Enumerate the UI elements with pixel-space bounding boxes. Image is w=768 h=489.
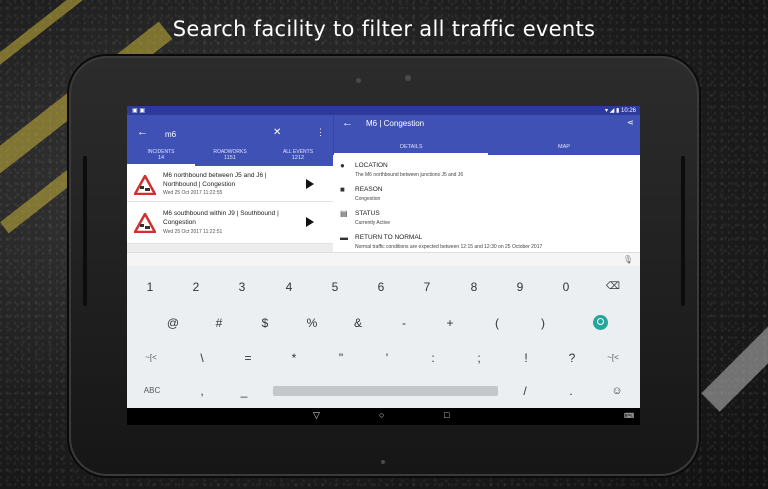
chat-bubble-icon: ■ bbox=[340, 185, 345, 194]
sensor bbox=[381, 460, 385, 464]
car-icon: ▬ bbox=[340, 233, 348, 242]
detail-heading: RETURN TO NORMAL bbox=[355, 234, 423, 241]
promo-headline: Search facility to filter all traffic ev… bbox=[172, 17, 596, 41]
key-minus[interactable]: - bbox=[384, 312, 424, 334]
key-9[interactable]: 9 bbox=[500, 276, 540, 298]
key-period[interactable]: . bbox=[551, 380, 591, 402]
key-equals[interactable]: = bbox=[228, 347, 268, 369]
key-comma[interactable]: , bbox=[182, 380, 222, 402]
key-colon[interactable]: : bbox=[413, 347, 453, 369]
spacebar[interactable] bbox=[273, 386, 498, 396]
detail-title: M6 | Congestion bbox=[366, 119, 425, 128]
tablet-screen: ▣ ▣ ▾ ◢ ▮ 10:26 ← ✕ ⋮ INCIDENTS 14 ROADW… bbox=[127, 106, 640, 425]
event-title: M6 southbound within J9 | Southbound | C… bbox=[163, 210, 279, 226]
nav-back-button[interactable]: ▽ bbox=[313, 410, 320, 421]
event-time: Wed 25 Oct 2017 11:22:51 bbox=[163, 229, 223, 235]
detail-text: The M6 northbound between junctions J5 a… bbox=[355, 172, 464, 178]
key-6[interactable]: 6 bbox=[361, 276, 401, 298]
more-vert-icon[interactable]: ⋮ bbox=[316, 127, 325, 138]
key-semicolon[interactable]: ; bbox=[459, 347, 499, 369]
warning-sign-icon bbox=[134, 213, 156, 233]
key-paren-close[interactable]: ) bbox=[523, 312, 563, 334]
key-4[interactable]: 4 bbox=[269, 276, 309, 298]
key-8[interactable]: 8 bbox=[454, 276, 494, 298]
key-slash[interactable]: / bbox=[505, 380, 545, 402]
emoji-icon[interactable]: ☺ bbox=[597, 380, 637, 402]
detail-heading: LOCATION bbox=[355, 162, 388, 169]
sensor bbox=[405, 75, 411, 81]
detail-text: Congestion bbox=[355, 196, 381, 202]
play-icon[interactable] bbox=[306, 217, 314, 227]
tab-count: 1212 bbox=[291, 155, 305, 161]
list-item[interactable]: M6 northbound between J5 and J6 | Northb… bbox=[127, 166, 333, 202]
key-0[interactable]: 0 bbox=[546, 276, 586, 298]
key-abc[interactable]: ABC bbox=[132, 380, 172, 402]
system-nav-bar: ▽ ○ □ ⌨ bbox=[127, 408, 640, 425]
tab-map[interactable]: MAP bbox=[558, 144, 570, 150]
tab-all-events[interactable]: ALL EVENTS 1212 bbox=[264, 149, 332, 161]
detail-toolbar: ← M6 | Congestion ⋖ DETAILS MAP bbox=[333, 115, 640, 155]
key-ampersand[interactable]: & bbox=[338, 312, 378, 334]
key-double-quote[interactable]: " bbox=[321, 347, 361, 369]
back-arrow-icon[interactable]: ← bbox=[137, 126, 148, 138]
key-dollar[interactable]: $ bbox=[245, 312, 285, 334]
nav-home-button[interactable]: ○ bbox=[379, 410, 384, 420]
detail-heading: STATUS bbox=[355, 210, 380, 217]
event-title: M6 northbound between J5 and J6 | Northb… bbox=[163, 172, 267, 188]
key-plus[interactable]: + bbox=[430, 312, 470, 334]
key-5[interactable]: 5 bbox=[315, 276, 355, 298]
play-icon[interactable] bbox=[306, 179, 314, 189]
key-question[interactable]: ? bbox=[552, 347, 592, 369]
tab-details[interactable]: DETAILS bbox=[400, 144, 423, 150]
key-hash[interactable]: # bbox=[199, 312, 239, 334]
key-symbols-shift[interactable]: ~[< bbox=[131, 347, 171, 369]
warning-sign-icon bbox=[134, 175, 156, 195]
key-7[interactable]: 7 bbox=[407, 276, 447, 298]
key-symbols-shift[interactable]: ~[< bbox=[593, 347, 633, 369]
keyboard-icon[interactable]: ⌨ bbox=[624, 412, 634, 420]
suggestion-strip: 🎙 bbox=[127, 252, 640, 266]
tab-incidents[interactable]: INCIDENTS 14 bbox=[127, 149, 195, 161]
status-bar: ▣ ▣ ▾ ◢ ▮ 10:26 bbox=[127, 106, 640, 115]
speaker-grille bbox=[681, 156, 685, 306]
search-toolbar: ← ✕ ⋮ INCIDENTS 14 ROADWORKS 1151 ALL EV… bbox=[127, 115, 333, 166]
speaker-grille bbox=[83, 156, 87, 306]
soft-keyboard: 1 2 3 4 5 6 7 8 9 0 ⌫ @ # $ % & - + ( ) … bbox=[127, 266, 640, 408]
detail-text: Normal traffic conditions are expected b… bbox=[355, 244, 543, 250]
tab-count: 14 bbox=[157, 155, 165, 161]
key-percent[interactable]: % bbox=[292, 312, 332, 334]
search-input[interactable] bbox=[165, 128, 265, 140]
detail-heading: REASON bbox=[355, 186, 383, 193]
event-list: M6 northbound between J5 and J6 | Northb… bbox=[127, 166, 333, 244]
front-camera bbox=[356, 78, 361, 83]
tab-roadworks[interactable]: ROADWORKS 1151 bbox=[196, 149, 264, 161]
key-underscore[interactable]: _ bbox=[224, 380, 264, 402]
tab-count: 1151 bbox=[224, 155, 236, 161]
close-icon[interactable]: ✕ bbox=[273, 127, 281, 138]
nav-recents-button[interactable]: □ bbox=[444, 410, 449, 420]
detail-panel: ● LOCATION The M6 northbound between jun… bbox=[333, 155, 640, 265]
detail-text: Currently Active bbox=[355, 220, 391, 226]
notification-icons: ▣ ▣ bbox=[132, 108, 146, 114]
key-1[interactable]: 1 bbox=[130, 276, 170, 298]
key-paren-open[interactable]: ( bbox=[477, 312, 517, 334]
share-icon[interactable]: ⋖ bbox=[627, 118, 634, 127]
key-single-quote[interactable]: ' bbox=[367, 347, 407, 369]
status-message-icon: ▤ bbox=[340, 209, 348, 218]
mic-icon[interactable]: 🎙 bbox=[623, 255, 633, 264]
list-item[interactable]: M6 southbound within J9 | Southbound | C… bbox=[127, 202, 333, 244]
key-at[interactable]: @ bbox=[153, 312, 193, 334]
back-arrow-icon[interactable]: ← bbox=[342, 117, 353, 129]
key-2[interactable]: 2 bbox=[176, 276, 216, 298]
key-exclamation[interactable]: ! bbox=[506, 347, 546, 369]
location-pin-icon: ● bbox=[340, 161, 345, 170]
backspace-icon[interactable]: ⌫ bbox=[593, 276, 633, 298]
status-right: ▾ ◢ ▮ 10:26 bbox=[605, 108, 636, 114]
key-backslash[interactable]: \ bbox=[182, 347, 222, 369]
key-3[interactable]: 3 bbox=[222, 276, 262, 298]
search-icon[interactable] bbox=[593, 315, 608, 330]
event-time: Wed 25 Oct 2017 11:22:55 bbox=[163, 190, 223, 196]
key-asterisk[interactable]: * bbox=[274, 347, 314, 369]
